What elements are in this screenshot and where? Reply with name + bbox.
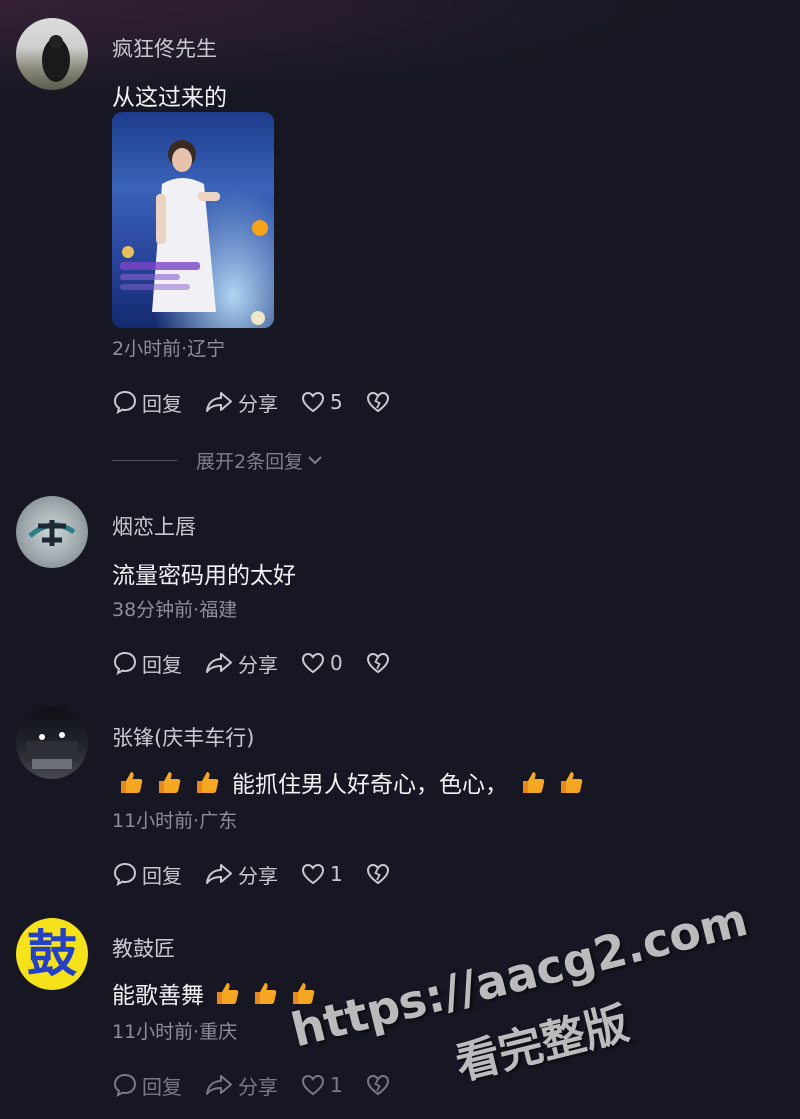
reply-label: 回复 (142, 1074, 182, 1099)
thumbs-up-emoji (255, 983, 277, 1004)
avatar[interactable] (16, 496, 88, 568)
comment-meta: 11小时前·广东 (112, 810, 238, 832)
heart-icon (301, 1074, 325, 1096)
like-button[interactable]: 1 (300, 862, 343, 886)
like-button[interactable]: 5 (300, 390, 343, 414)
thumbs-up-emoji (523, 772, 545, 793)
share-label: 分享 (238, 1074, 278, 1099)
username[interactable]: 教鼓匠 (112, 933, 175, 963)
reply-label: 回复 (142, 652, 182, 677)
comment-text: 能抓住男人好奇心，色心， (112, 765, 590, 799)
like-button[interactable]: 1 (300, 1073, 343, 1097)
share-label: 分享 (238, 652, 278, 677)
reply-icon (113, 862, 137, 886)
expand-replies-button[interactable]: 展开2条回复 (112, 446, 325, 474)
divider-line (112, 459, 178, 461)
comment-text-body: 能抓住男人好奇心，色心， (232, 772, 508, 798)
reply-button[interactable]: 回复 (112, 388, 182, 417)
comment-actions: 回复 分享 5 (112, 387, 417, 417)
comment-actions: 回复 分享 1 (112, 859, 417, 889)
dislike-icon (366, 391, 389, 413)
thumbs-up-emoji (217, 983, 239, 1004)
heart-icon (301, 391, 325, 413)
comment-meta: 11小时前·重庆 (112, 1021, 238, 1043)
share-button[interactable]: 分享 (204, 649, 278, 678)
like-count: 1 (330, 1073, 343, 1097)
watermark-text: 看完整版 (450, 998, 634, 1091)
heart-icon (301, 863, 325, 885)
dislike-icon (366, 1074, 389, 1096)
comment-actions: 回复 分享 0 (112, 648, 417, 678)
share-label: 分享 (238, 391, 278, 416)
avatar[interactable] (16, 707, 88, 779)
reply-icon (113, 390, 137, 414)
like-button[interactable]: 0 (300, 651, 343, 675)
thumbs-up-emoji (293, 983, 315, 1004)
dislike-icon (366, 863, 389, 885)
comment-text: 能歌善舞 (112, 976, 322, 1010)
username[interactable]: 疯狂佟先生 (112, 33, 217, 63)
dislike-button[interactable] (365, 651, 395, 675)
comment-meta: 2小时前·辽宁 (112, 338, 226, 360)
dislike-button[interactable] (365, 1073, 395, 1097)
like-count: 1 (330, 862, 343, 886)
share-icon (206, 653, 232, 673)
comment-meta: 38分钟前·福建 (112, 599, 238, 621)
like-count: 0 (330, 651, 343, 675)
reply-button[interactable]: 回复 (112, 860, 182, 889)
share-button[interactable]: 分享 (204, 860, 278, 889)
share-icon (206, 864, 232, 884)
share-icon (206, 1075, 232, 1095)
comment-actions: 回复 分享 1 (112, 1070, 417, 1100)
thumbs-up-emoji (561, 772, 583, 793)
reply-button[interactable]: 回复 (112, 1071, 182, 1100)
comment-text: 从这过来的 (112, 85, 227, 111)
comment-text: 流量密码用的太好 (112, 563, 296, 589)
reply-label: 回复 (142, 391, 182, 416)
share-button[interactable]: 分享 (204, 388, 278, 417)
share-label: 分享 (238, 863, 278, 888)
dislike-button[interactable] (365, 862, 395, 886)
thumbs-up-emoji (159, 772, 181, 793)
thumbs-up-emoji (197, 772, 219, 793)
heart-icon (301, 652, 325, 674)
thumbs-up-emoji (121, 772, 143, 793)
avatar-character: 鼓 (27, 925, 77, 983)
dislike-icon (366, 652, 389, 674)
share-button[interactable]: 分享 (204, 1071, 278, 1100)
watermark-url: https://aacg2.com (286, 891, 753, 1058)
reply-label: 回复 (142, 863, 182, 888)
expand-label: 展开2条回复 (196, 450, 304, 473)
reply-icon (113, 651, 137, 675)
video-thumbnail[interactable] (112, 112, 274, 328)
avatar[interactable] (16, 18, 88, 90)
avatar[interactable]: 鼓 (16, 918, 88, 990)
dislike-button[interactable] (365, 390, 395, 414)
username[interactable]: 烟恋上唇 (112, 511, 196, 541)
comment-text-body: 能歌善舞 (112, 983, 204, 1009)
share-icon (206, 392, 232, 412)
username[interactable]: 张锋(庆丰车行) (112, 722, 254, 752)
chevron-down-icon (308, 456, 322, 465)
reply-button[interactable]: 回复 (112, 649, 182, 678)
like-count: 5 (330, 390, 343, 414)
reply-icon (113, 1073, 137, 1097)
